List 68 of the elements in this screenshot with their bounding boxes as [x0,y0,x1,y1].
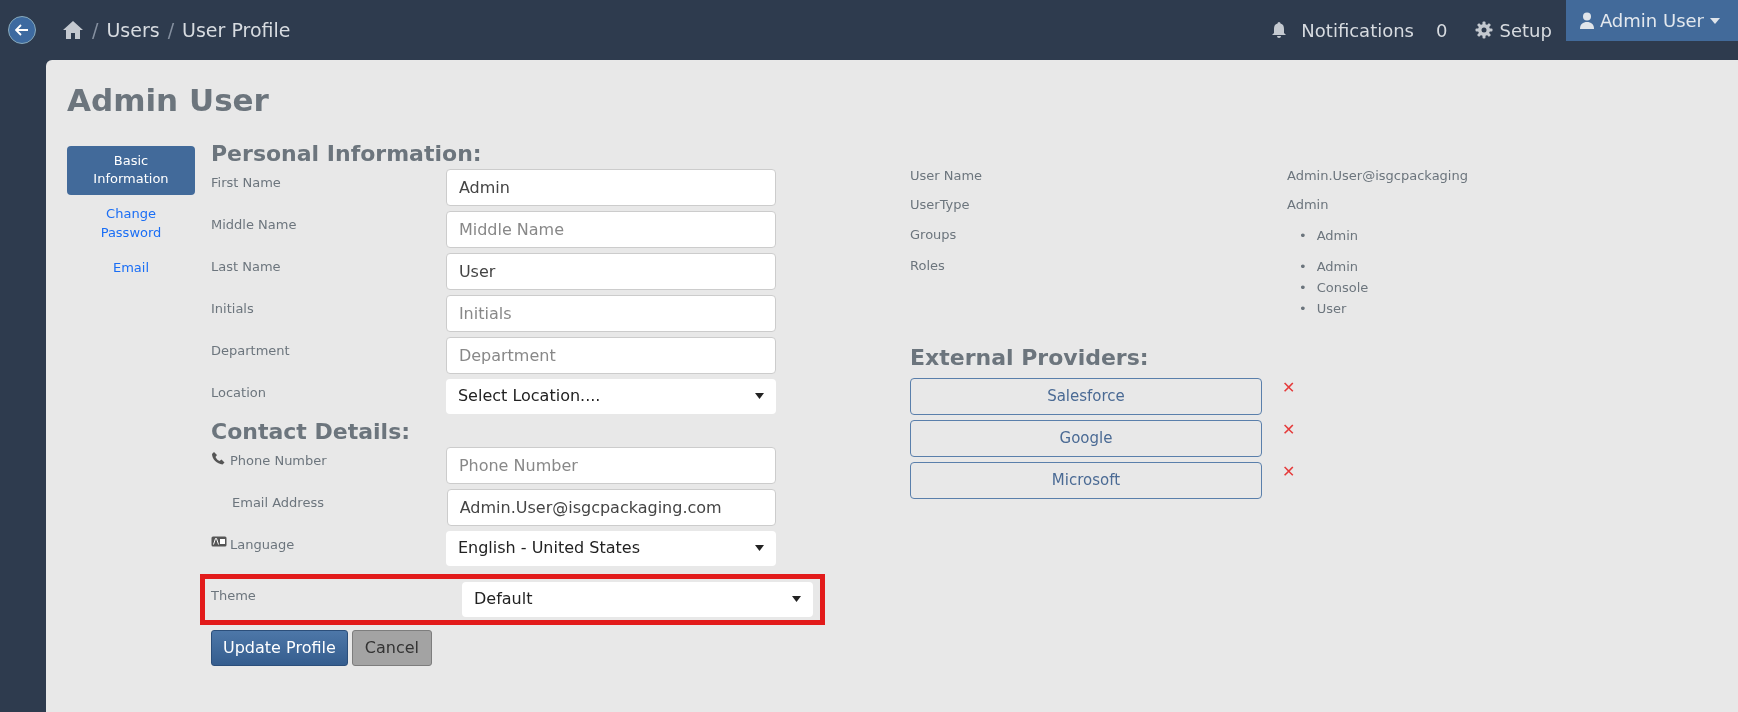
remove-button[interactable]: ✕ [1282,375,1296,400]
field-label: Email Address [232,493,324,512]
side-nav-tab[interactable]: Email [67,252,195,284]
provider-button[interactable]: Salesforce [910,377,1262,415]
side-nav-tab[interactable]: Basic Information [67,145,195,196]
bullet: • [1299,278,1307,297]
field-label: Phone Number [230,451,327,470]
info-label: Groups [910,225,958,244]
provider-button[interactable]: Google [910,419,1262,457]
section-heading: Personal Information: [211,141,483,166]
cancel-button[interactable]: Cancel [351,629,432,666]
caret-icon [755,393,764,400]
list-item: User [1316,299,1347,318]
bullet: • [1299,257,1307,276]
field-label: Department [211,341,290,360]
caret-icon [792,596,801,603]
breadcrumb-link[interactable]: Users [106,15,160,45]
field-label: Location [211,383,266,402]
input-field[interactable]: Initials [445,294,776,332]
select-field[interactable]: English - United States [445,530,776,566]
gear-icon [1475,21,1494,39]
bullet: • [1299,226,1307,245]
info-value: Admin.User@isgcpackaging [1287,166,1468,185]
bullet: • [1299,299,1307,318]
select-field[interactable]: Default [462,581,813,617]
phone-icon [211,450,227,466]
info-label: Roles [910,256,946,275]
field-label: Language [230,535,295,554]
section-heading: External Providers: [910,343,1150,372]
home-icon[interactable] [62,20,84,40]
input-field[interactable]: Phone Number [445,446,776,484]
provider-button[interactable]: Microsoft [910,461,1262,499]
field-label: Theme [211,586,256,605]
user-menu-button[interactable]: Admin User [1565,0,1738,41]
input-field[interactable]: Middle Name [445,210,776,248]
caret-icon [755,545,764,552]
caret-icon [1710,17,1720,24]
info-label: User Name [910,166,984,185]
remove-button[interactable]: ✕ [1282,417,1296,442]
field-label: Last Name [211,257,281,276]
section-heading: Contact Details: [211,419,412,444]
field-label: Middle Name [211,215,297,234]
input-field[interactable]: Admin.User@isgcpackaging.com [446,488,776,526]
update-profile-button[interactable]: Update Profile [211,629,348,666]
language-icon [211,534,227,550]
info-value: Admin [1287,196,1329,214]
breadcrumb-separator: / [167,17,175,43]
input-field[interactable]: Department [445,336,776,374]
list-item: Console [1316,278,1369,297]
person-icon [1579,12,1594,29]
info-label: UserType [910,196,971,214]
breadcrumb-separator: / [92,17,99,43]
list-item: Admin [1316,257,1359,276]
breadcrumb-link[interactable]: User Profile [182,15,291,45]
back-button[interactable] [8,16,36,44]
remove-button[interactable]: ✕ [1282,459,1296,484]
field-label: First Name [211,173,281,192]
page-title: Admin User [67,81,270,120]
select-field[interactable]: Select Location.... [445,378,776,414]
setup-button[interactable]: Setup [1461,16,1566,44]
field-label: Initials [211,299,254,318]
notifications-button[interactable]: Notifications 0 [1257,16,1462,44]
input-field[interactable]: Admin [445,168,776,206]
list-item: Admin [1316,226,1359,245]
side-nav-tab[interactable]: Change Password [67,199,195,249]
arrow-left-icon [15,24,29,36]
bell-icon [1271,21,1288,39]
input-field[interactable]: User [445,252,776,290]
